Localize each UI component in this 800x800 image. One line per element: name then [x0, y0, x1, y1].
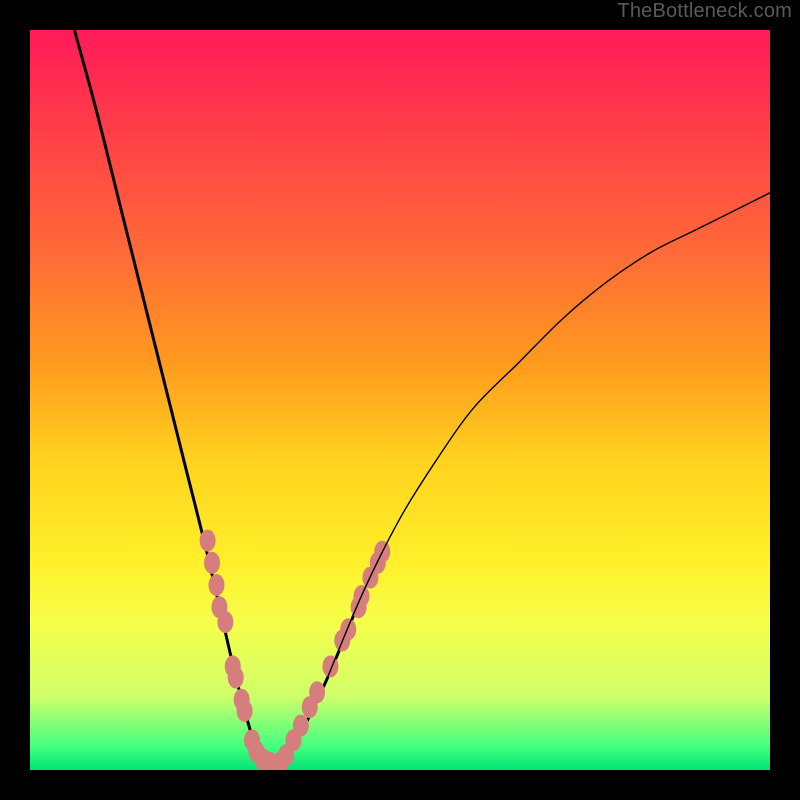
- watermark-text: TheBottleneck.com: [617, 0, 792, 23]
- bottleneck-curve-thin-right: [326, 193, 770, 681]
- chart-svg-layer: [30, 30, 770, 770]
- curve-marker: [340, 618, 356, 640]
- curve-marker: [200, 530, 216, 552]
- curve-marker: [237, 700, 253, 722]
- chart-plot-area: [30, 30, 770, 770]
- curve-marker: [217, 611, 233, 633]
- curve-marker: [208, 574, 224, 596]
- curve-marker: [228, 667, 244, 689]
- curve-marker: [204, 552, 220, 574]
- curve-marker: [309, 681, 325, 703]
- curve-marker: [293, 715, 309, 737]
- bottleneck-curve-path: [74, 30, 363, 770]
- curve-marker: [322, 655, 338, 677]
